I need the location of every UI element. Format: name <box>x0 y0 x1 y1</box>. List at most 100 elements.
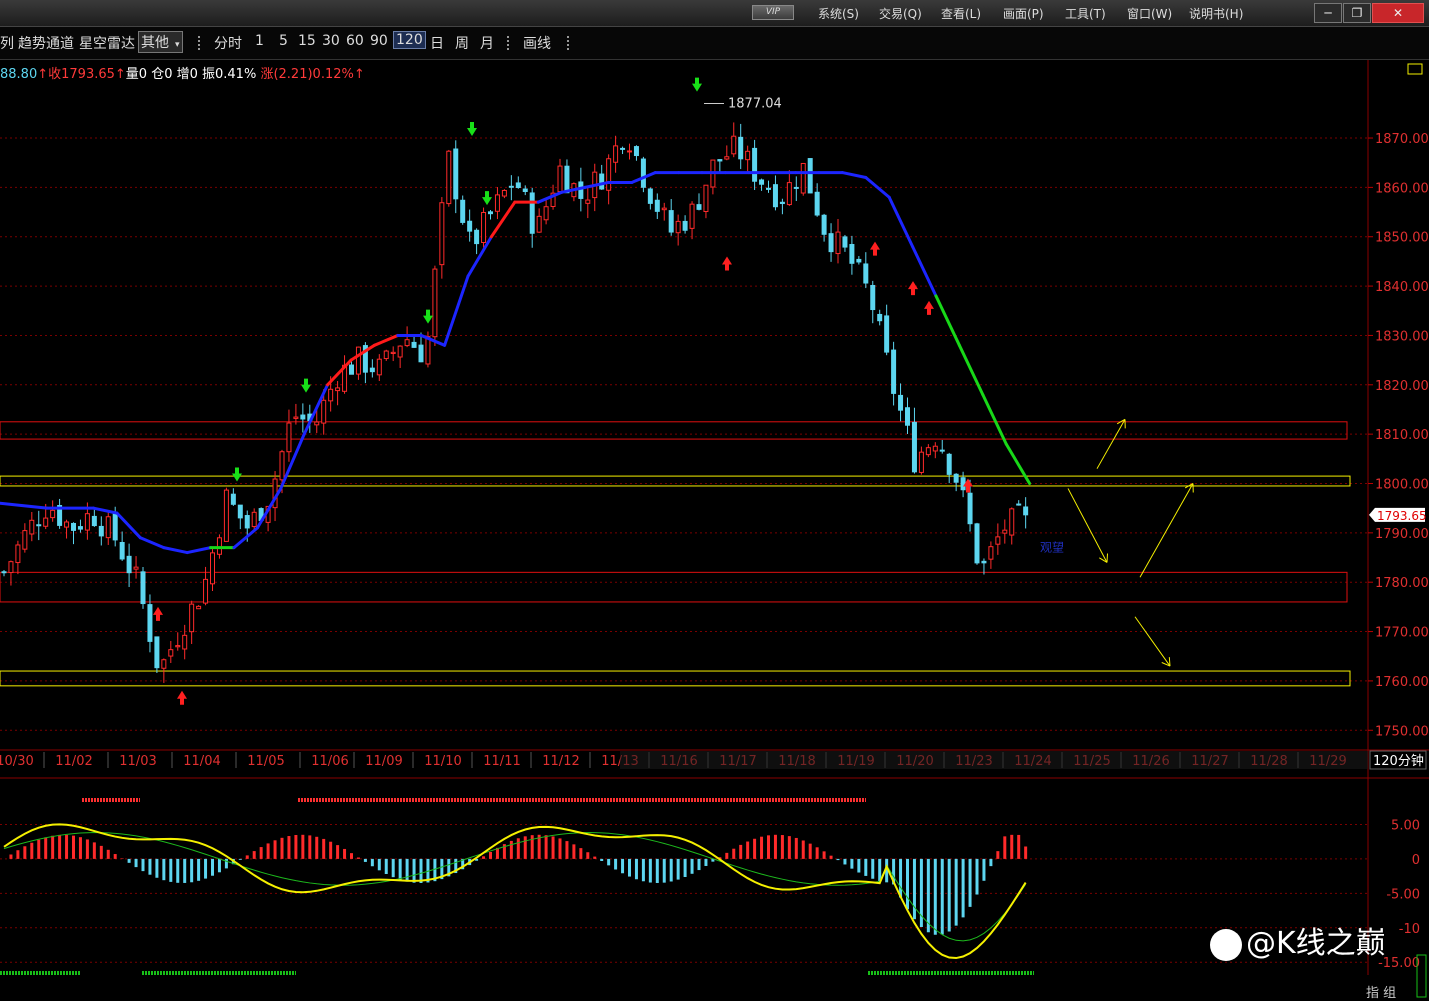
toolbar-item-list[interactable]: 列 <box>0 33 14 53</box>
candle-down <box>911 421 917 473</box>
candle-up <box>543 206 549 221</box>
panel-toggle-icon <box>1407 63 1423 75</box>
candle-up <box>105 516 111 539</box>
menu-view[interactable]: 查看(L) <box>941 5 981 22</box>
candle-up <box>216 537 222 555</box>
menu-window[interactable]: 窗口(W) <box>1127 5 1172 22</box>
trend-band-segment <box>302 383 330 436</box>
support-zone-yellow <box>0 670 1351 687</box>
candle-down <box>57 505 63 526</box>
candle-down <box>460 199 466 223</box>
period-60[interactable]: 60 <box>346 33 364 49</box>
indicator-tick-label: 0 <box>1412 853 1420 868</box>
date-tick-label: 11/02 <box>55 754 92 769</box>
candle-up <box>661 207 667 211</box>
minimize-button[interactable]: ─ <box>1314 3 1342 23</box>
last-price-tag <box>1369 507 1425 522</box>
period-week[interactable]: 周 <box>455 33 469 53</box>
last-price-label: 1793.65 <box>1377 509 1427 523</box>
trend-band-segment <box>630 171 657 184</box>
candle-up <box>592 171 598 199</box>
trend-band-segment <box>185 546 213 555</box>
other-dropdown[interactable]: 其他 ▾ <box>138 31 183 53</box>
candle-down <box>418 344 424 363</box>
period-5[interactable]: 5 <box>279 33 288 49</box>
trend-band-segment <box>981 393 1008 446</box>
menu-help[interactable]: 说明书(H) <box>1189 5 1243 22</box>
candle-up <box>293 416 299 419</box>
candle-up <box>223 489 229 542</box>
volume-info: 量0 仓0 增0 振0.41% <box>125 67 257 82</box>
candle-up <box>494 194 500 212</box>
draw-line-button[interactable]: 画线 <box>523 33 551 53</box>
trend-band-segment <box>489 200 517 239</box>
projection-arrow-head <box>1116 418 1126 429</box>
candle-down <box>515 182 521 188</box>
menu-tools[interactable]: 工具(T) <box>1065 5 1106 22</box>
weibo-logo-icon <box>1210 928 1242 961</box>
period-15[interactable]: 15 <box>298 33 316 49</box>
candle-up <box>731 135 737 155</box>
trend-band-segment <box>583 180 610 189</box>
date-tick-label: 11/03 <box>119 754 156 769</box>
period-timeshare[interactable]: 分时 <box>214 33 242 53</box>
candle-down <box>1023 506 1029 516</box>
candle-up <box>627 150 632 153</box>
quote-info-line: 88.80↑收1793.65↑量0 仓0 增0 振0.41% 涨(2.21)0.… <box>0 63 365 82</box>
period-day[interactable]: 日 <box>430 33 444 53</box>
projection-arrow-head <box>1161 657 1171 667</box>
candle-down <box>946 453 952 475</box>
menu-system[interactable]: 系统(S) <box>818 5 859 22</box>
date-tick-label: 11/26 <box>1132 754 1169 769</box>
candle-up <box>689 203 695 229</box>
period-30[interactable]: 30 <box>322 33 340 49</box>
watermark: @K线之巅 <box>1210 918 1386 962</box>
candle-down <box>91 515 97 527</box>
buy-signal-arrow <box>908 281 918 296</box>
candle-up <box>376 358 382 376</box>
candle-up <box>8 561 14 574</box>
candle-up <box>481 211 487 244</box>
toolbar-separator <box>198 36 200 50</box>
menu-screen[interactable]: 画面(P) <box>1003 5 1044 22</box>
candle-up <box>383 350 389 360</box>
candle-down <box>1016 503 1022 506</box>
sell-signal-arrow <box>301 378 311 393</box>
up-arrow-icon: ↑ <box>114 67 126 82</box>
candle-up <box>43 517 49 527</box>
sell-signal-arrow <box>423 309 433 324</box>
indicator-tab[interactable]: 指 组 <box>1366 982 1396 1001</box>
date-tick-label: 11/10 <box>424 754 461 769</box>
candle-down <box>752 147 758 182</box>
trend-band-segment <box>138 536 166 550</box>
candle-up <box>724 156 730 160</box>
candle-up <box>1009 508 1015 536</box>
candle-down <box>953 473 959 483</box>
price-tick-label: 1860.00 <box>1375 181 1429 196</box>
candle-down <box>77 526 83 530</box>
period-90[interactable]: 90 <box>370 33 388 49</box>
date-tick-label: 11/23 <box>955 754 992 769</box>
date-tick-label: 11/06 <box>311 754 348 769</box>
candle-up <box>703 184 709 213</box>
menu-trade[interactable]: 交易(Q) <box>879 5 922 22</box>
buy-signal-arrow <box>177 690 187 705</box>
toolbar-item-trend-channel[interactable]: 趋势通道 <box>18 33 74 53</box>
candle-down <box>960 477 966 491</box>
period-120[interactable]: 120 <box>393 31 426 49</box>
candle-down <box>453 148 459 200</box>
candle-up <box>196 605 202 610</box>
toolbar-item-star-radar[interactable]: 星空雷达 <box>79 33 135 53</box>
candle-up <box>342 364 348 392</box>
period-label-box <box>1369 750 1427 770</box>
maximize-button[interactable]: ❐ <box>1343 3 1371 23</box>
date-tick-label: 11/12 <box>542 754 579 769</box>
vip-badge[interactable]: VIP <box>752 5 794 20</box>
close-button[interactable]: ✕ <box>1372 3 1424 23</box>
candle-down <box>807 158 813 194</box>
period-1[interactable]: 1 <box>255 33 264 49</box>
candle-up <box>22 530 28 550</box>
candle-down <box>967 492 973 525</box>
candle-up <box>335 387 341 392</box>
period-month[interactable]: 月 <box>480 33 494 53</box>
